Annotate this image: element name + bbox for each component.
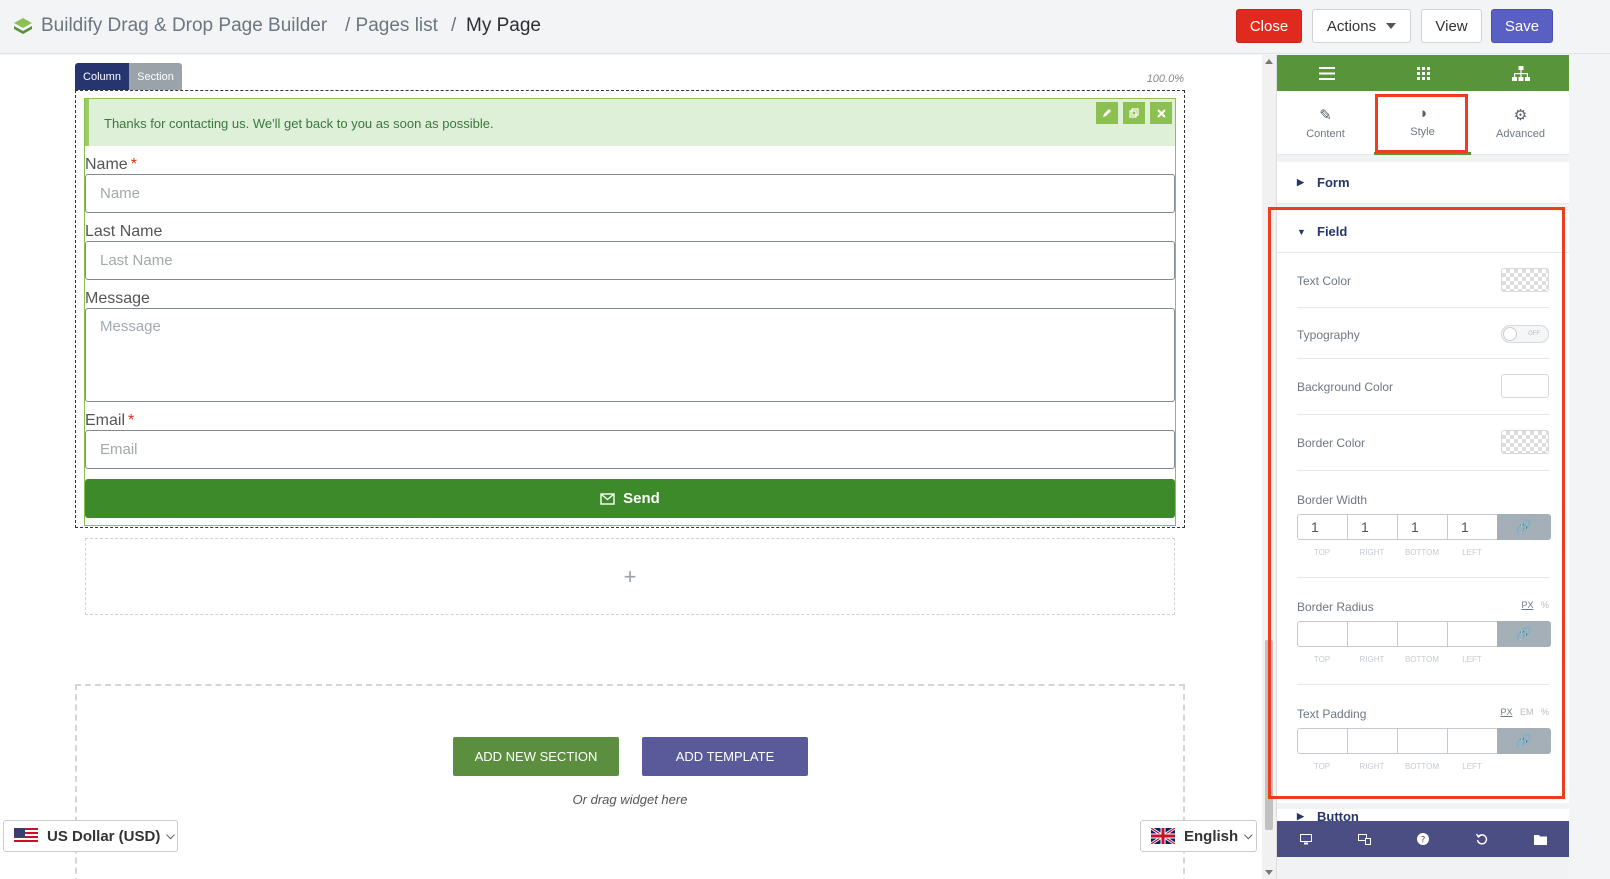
currency-selector[interactable]: US Dollar (USD) ⌵: [3, 820, 178, 852]
email-label-text: Email: [85, 412, 126, 429]
responsive-devices-icon[interactable]: [1357, 832, 1371, 846]
tab-advanced-label: Advanced: [1496, 128, 1545, 140]
required-asterisk: *: [130, 156, 137, 173]
caret-right-icon: ▶: [1297, 177, 1304, 187]
us-flag-icon: [14, 828, 38, 844]
section-button-label: Button: [1317, 809, 1359, 821]
breadcrumb-app[interactable]: Buildify Drag & Drop Page Builder: [41, 15, 327, 37]
section-button-toggle[interactable]: ▶ Button: [1277, 809, 1569, 821]
email-input[interactable]: Email: [85, 430, 1175, 469]
chevron-down-icon: ⌵: [1244, 829, 1253, 842]
breadcrumb-pages-list[interactable]: / Pages list: [345, 15, 438, 37]
scroll-down-arrow-icon[interactable]: [1265, 870, 1273, 875]
highlight-field-section-annotation: [1268, 207, 1565, 799]
add-section-drop-area: [75, 684, 1185, 879]
svg-text:?: ?: [1421, 836, 1426, 846]
name-label-text: Name: [85, 156, 128, 173]
panel-footer: ?: [1277, 821, 1569, 857]
send-button[interactable]: Send: [85, 479, 1175, 518]
top-bar: Buildify Drag & Drop Page Builder / Page…: [0, 0, 1610, 54]
buildify-logo-icon: [14, 18, 32, 34]
scroll-up-arrow-icon[interactable]: [1265, 59, 1273, 64]
section-handle-tab[interactable]: Section: [129, 63, 182, 90]
edit-widget-pencil-icon[interactable]: [1096, 102, 1118, 124]
navigator-sitemap-icon[interactable]: [1511, 64, 1531, 82]
highlight-style-tab-annotation: [1375, 94, 1468, 153]
language-selector[interactable]: English ⌵: [1140, 820, 1257, 852]
message-field-label: Message: [85, 290, 150, 307]
view-button-label: View: [1435, 17, 1468, 35]
caret-down-icon: [1386, 23, 1397, 29]
close-button-label: Close: [1249, 17, 1289, 35]
tab-advanced[interactable]: ⚙ Advanced: [1472, 91, 1569, 155]
save-button[interactable]: Save: [1491, 9, 1553, 43]
desktop-icon[interactable]: [1299, 832, 1313, 846]
duplicate-widget-icon[interactable]: [1123, 102, 1145, 124]
message-textarea[interactable]: Message: [85, 308, 1175, 402]
name-field-label: Name *: [85, 156, 137, 174]
column-handle-tab[interactable]: Column: [75, 63, 129, 90]
email-field-label: Email *: [85, 412, 134, 430]
required-asterisk: *: [128, 412, 135, 429]
close-button[interactable]: Close: [1236, 9, 1302, 43]
remove-widget-close-icon[interactable]: [1150, 102, 1172, 124]
folder-icon[interactable]: [1533, 832, 1547, 846]
panel-header: [1277, 55, 1569, 91]
add-template-button[interactable]: ADD TEMPLATE: [642, 737, 808, 776]
form-success-message: Thanks for contacting us. We'll get back…: [85, 99, 1175, 146]
chevron-down-icon: ⌵: [166, 829, 175, 842]
send-button-label: Send: [623, 490, 660, 507]
tab-content-label: Content: [1306, 128, 1345, 140]
view-button[interactable]: View: [1421, 9, 1482, 43]
envelope-icon: [600, 492, 615, 505]
tab-content[interactable]: ✎ Content: [1277, 91, 1374, 155]
drag-widget-hint: Or drag widget here: [572, 792, 688, 807]
actions-dropdown-button[interactable]: Actions: [1312, 9, 1411, 43]
help-question-icon[interactable]: ?: [1416, 832, 1430, 846]
uk-flag-icon: [1151, 828, 1175, 844]
add-new-section-button[interactable]: ADD NEW SECTION: [453, 737, 619, 776]
section-form-toggle[interactable]: ▶ Form: [1277, 162, 1569, 204]
gear-icon: ⚙: [1513, 107, 1528, 124]
caret-right-icon: ▶: [1297, 811, 1304, 821]
column-width-label: 100.0%: [1146, 73, 1184, 85]
hamburger-menu-icon[interactable]: [1317, 64, 1337, 82]
empty-column-drop-zone[interactable]: +: [85, 538, 1175, 615]
plus-icon: +: [623, 563, 637, 589]
breadcrumb-separator: /: [451, 15, 457, 36]
last-name-field-label: Last Name: [85, 223, 163, 240]
history-undo-icon[interactable]: [1475, 832, 1489, 846]
breadcrumb-current-page: My Page: [466, 15, 541, 36]
name-input[interactable]: Name: [85, 174, 1175, 213]
save-button-label: Save: [1504, 17, 1540, 35]
language-label: English: [1184, 827, 1239, 845]
section-form-label: Form: [1317, 175, 1350, 190]
pencil-icon: ✎: [1319, 107, 1332, 124]
actions-button-label: Actions: [1326, 17, 1377, 35]
widgets-grid-icon[interactable]: [1413, 64, 1433, 82]
currency-label: US Dollar (USD): [47, 827, 161, 845]
last-name-input[interactable]: Last Name: [85, 241, 1175, 280]
